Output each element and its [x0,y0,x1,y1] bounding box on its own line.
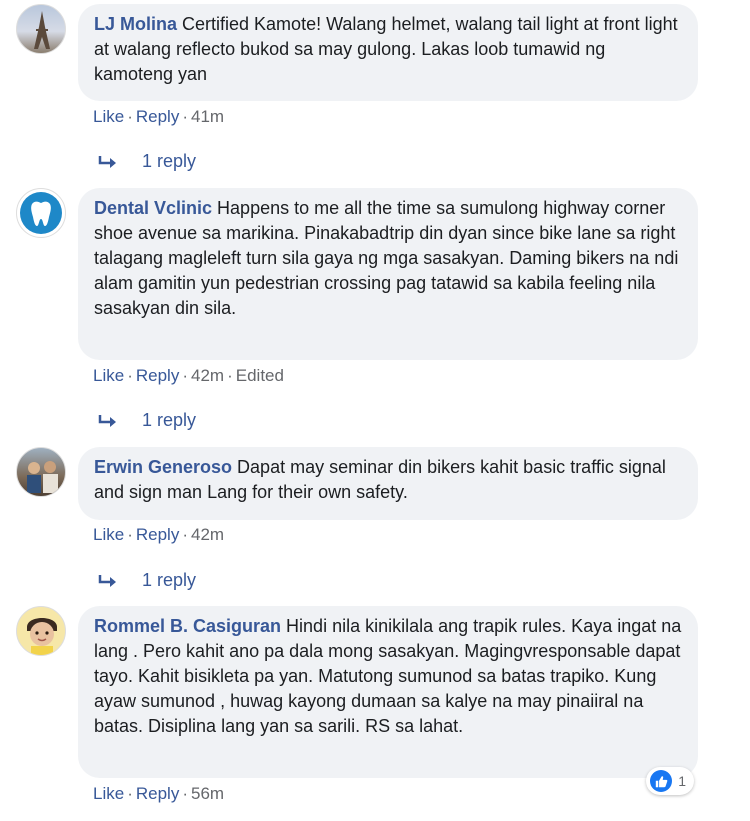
like-link[interactable]: Like [93,366,124,385]
comment-actions: Like · Reply · 41m [93,107,225,126]
reaction-summary[interactable]: 1 [646,767,694,795]
reply-link[interactable]: Reply [136,366,179,385]
view-replies-link[interactable]: 1 reply [98,151,196,172]
comment-time[interactable]: 56m [191,784,224,803]
comment-actions: Like · Reply · 42m [93,525,225,544]
edited-label[interactable]: Edited [236,366,284,385]
comment-author[interactable]: Rommel B. Casiguran [94,616,281,636]
like-link[interactable]: Like [93,107,124,126]
reaction-count: 1 [678,773,686,789]
reply-link[interactable]: Reply [136,525,179,544]
comment-actions: Like · Reply · 56m [93,784,225,803]
comment-time[interactable]: 42m [191,366,224,385]
like-thumb-icon [650,770,673,792]
view-replies-link[interactable]: 1 reply [98,570,196,591]
comment-bubble: Dental Vclinic Happens to me all the time… [78,188,698,360]
comment-bubble: LJ Molina Certified Kamote! Walang helmet… [78,4,698,101]
like-link[interactable]: Like [93,525,124,544]
avatar[interactable] [16,606,66,656]
avatar[interactable] [16,4,66,54]
comment-author[interactable]: Erwin Generoso [94,457,232,477]
avatar[interactable] [16,188,66,238]
eiffel-tower-icon [34,11,50,49]
reply-arrow-icon [98,574,116,587]
comment-author[interactable]: LJ Molina [94,14,177,34]
replies-count: 1 reply [142,410,197,430]
people-photo-icon [27,461,58,493]
avatar[interactable] [16,447,66,497]
replies-count: 1 reply [142,151,197,171]
comment-bubble: Rommel B. Casiguran Hindi nila kinikilala… [78,606,698,778]
reply-arrow-icon [98,155,116,168]
reply-arrow-icon [98,414,116,427]
reply-link[interactable]: Reply [136,784,179,803]
comment-time[interactable]: 41m [191,107,224,126]
like-link[interactable]: Like [93,784,124,803]
child-photo-icon [27,618,57,655]
reply-link[interactable]: Reply [136,107,179,126]
comment-author[interactable]: Dental Vclinic [94,198,212,218]
comment-text: Certified Kamote! Walang helmet, walang … [94,14,678,84]
tooth-icon [20,192,62,234]
comment-time[interactable]: 42m [191,525,224,544]
view-replies-link[interactable]: 1 reply [98,410,196,431]
comment-bubble: Erwin Generoso Dapat may seminar din bike… [78,447,698,520]
comment-actions: Like · Reply · 42m · Edited [93,366,284,385]
replies-count: 1 reply [142,570,197,590]
